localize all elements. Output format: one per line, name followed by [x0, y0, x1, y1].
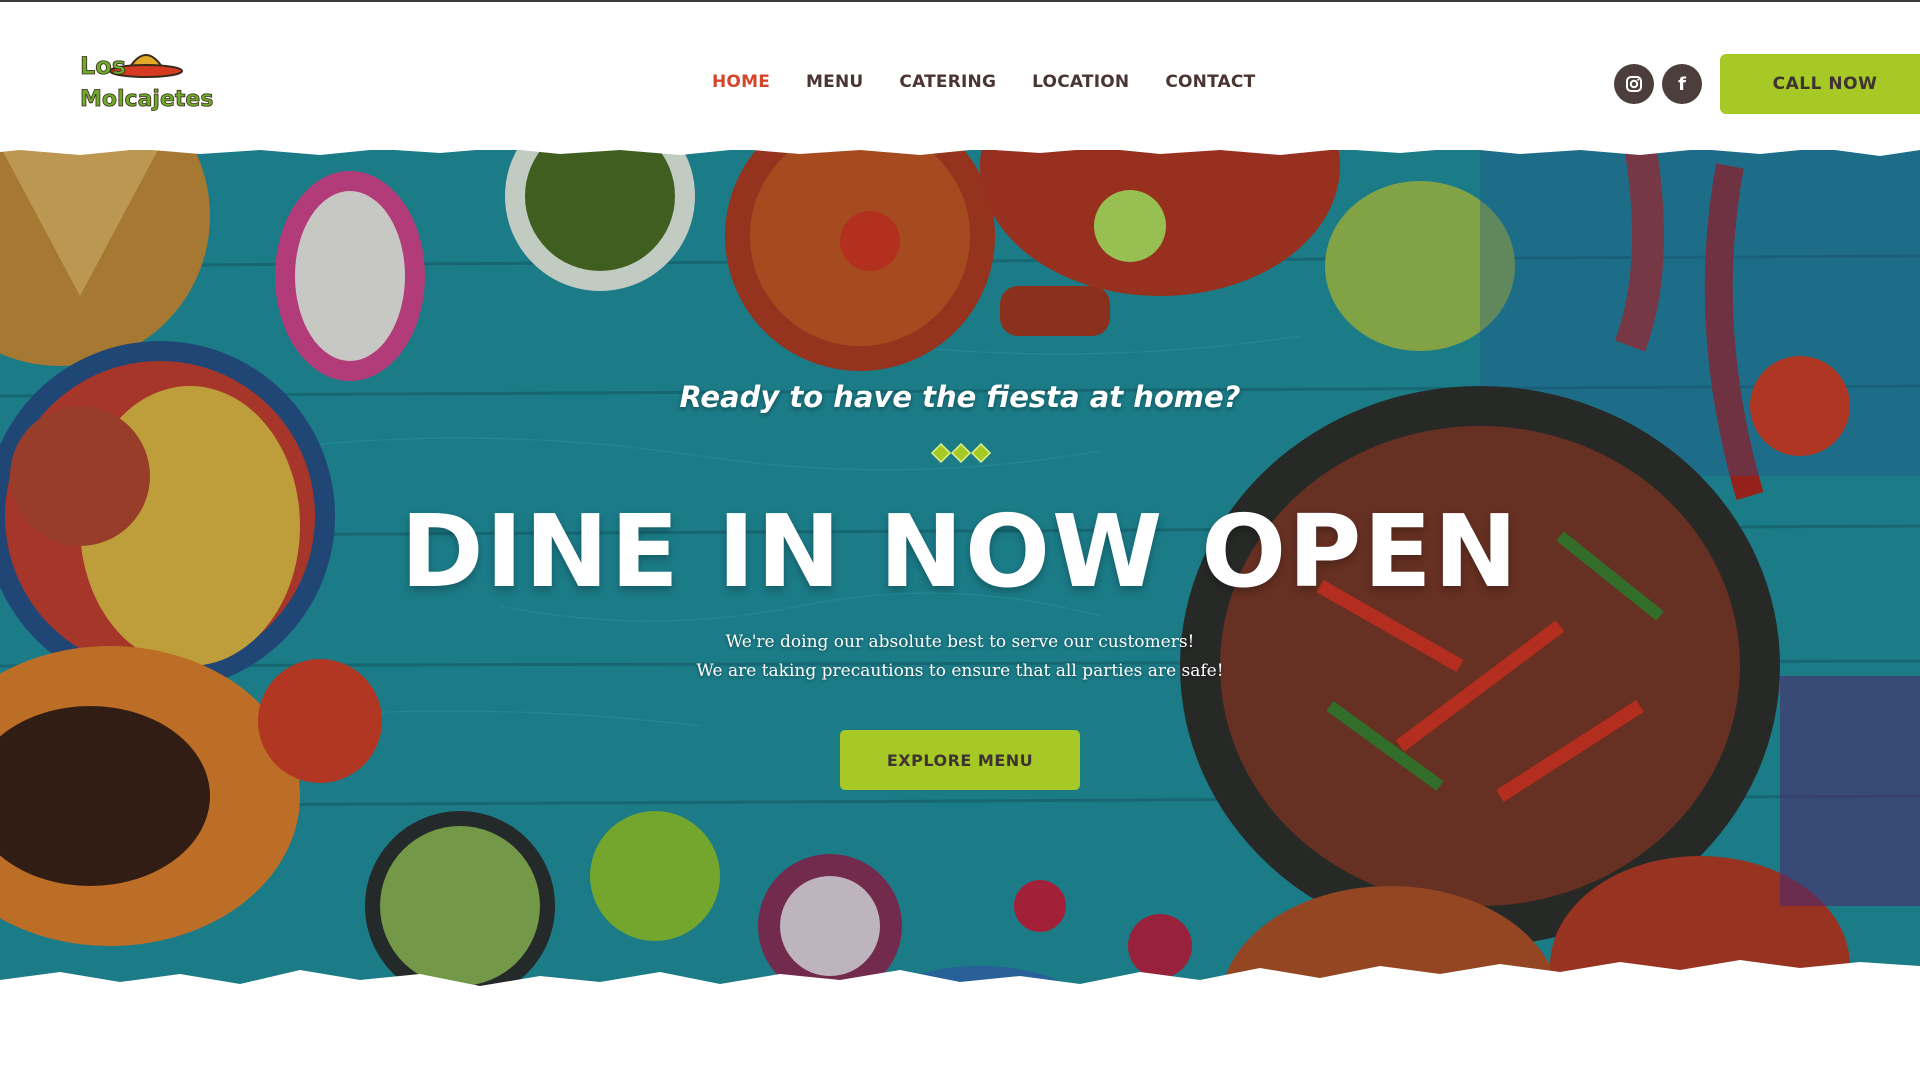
- nav-item-menu[interactable]: MENU: [806, 72, 863, 92]
- logo-text-line2: Molcajetes: [80, 87, 213, 112]
- social-links: f: [1614, 64, 1702, 104]
- facebook-glyph: f: [1678, 73, 1686, 95]
- instagram-icon[interactable]: [1614, 64, 1654, 104]
- call-now-button[interactable]: CALL NOW: [1720, 54, 1920, 114]
- hero-section: [0, 146, 1920, 1016]
- nav-item-catering[interactable]: CATERING: [899, 72, 996, 92]
- site-header: Los Molcajetes HOME MENU CATERING LOCATI…: [0, 0, 1920, 150]
- explore-menu-button[interactable]: EXPLORE MENU: [840, 730, 1080, 790]
- nav-item-location[interactable]: LOCATION: [1032, 72, 1129, 92]
- main-nav: HOME MENU CATERING LOCATION CONTACT: [712, 72, 1255, 92]
- nav-item-contact[interactable]: CONTACT: [1165, 72, 1255, 92]
- hero-overlay: [0, 146, 1920, 1016]
- nav-item-home[interactable]: HOME: [712, 72, 770, 92]
- brand-logo[interactable]: Los Molcajetes: [76, 40, 216, 126]
- facebook-icon[interactable]: f: [1662, 64, 1702, 104]
- torn-edge-bottom: [0, 960, 1920, 1080]
- logo-text-line1: Los: [80, 52, 126, 80]
- page: Los Molcajetes HOME MENU CATERING LOCATI…: [0, 0, 1920, 1080]
